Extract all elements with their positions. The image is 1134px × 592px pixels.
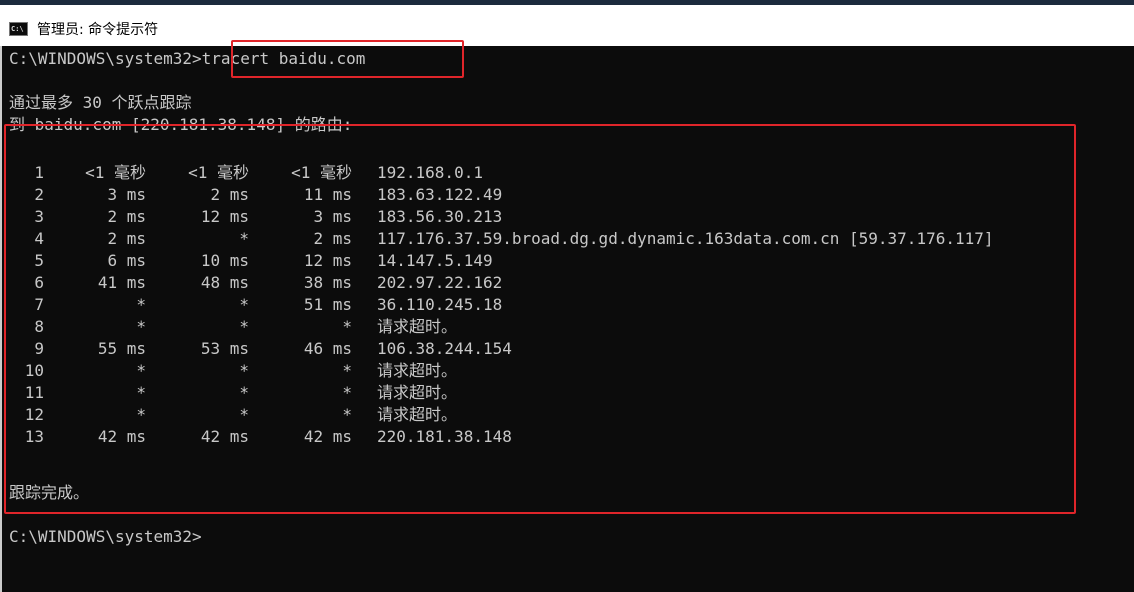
trace-header-line1: 通过最多 30 个跃点跟踪 <box>9 93 192 112</box>
command-prompt: C:\WINDOWS\system32> <box>9 49 202 68</box>
final-prompt: C:\WINDOWS\system32> <box>9 527 202 546</box>
cmd-icon: C:\ <box>9 22 28 36</box>
command-highlight-box <box>231 40 464 78</box>
hops-highlight-box <box>4 124 1076 514</box>
window-title: 管理员: 命令提示符 <box>37 22 159 38</box>
title-bar[interactable]: C:\ 管理员: 命令提示符 <box>0 5 1134 46</box>
